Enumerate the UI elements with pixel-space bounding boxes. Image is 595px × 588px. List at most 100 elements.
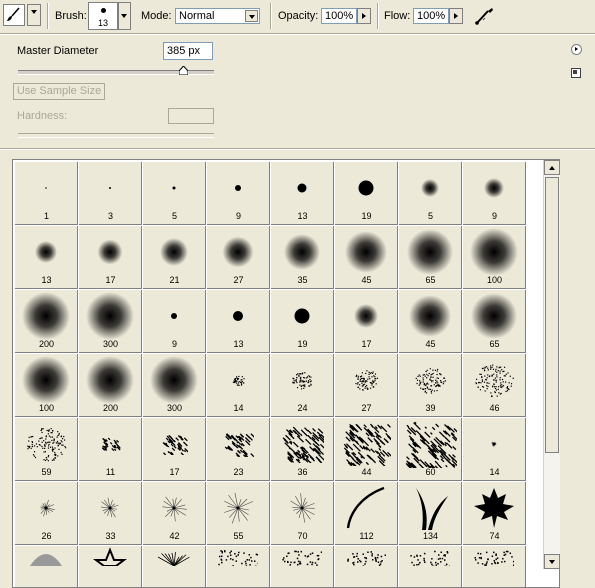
brush-preset-19[interactable]: 19 — [271, 290, 334, 353]
brush-size-label: 26 — [15, 531, 78, 541]
brush-preset-partial[interactable] — [271, 546, 334, 588]
brush-preset-partial[interactable] — [335, 546, 398, 588]
brush-preset-65[interactable]: 65 — [399, 226, 462, 289]
brush-preset-13[interactable]: 13 — [15, 226, 78, 289]
partial-brush-icon — [282, 542, 322, 566]
brush-preset-19[interactable]: 19 — [335, 162, 398, 225]
brush-preset-45[interactable]: 45 — [335, 226, 398, 289]
brush-preset-9[interactable]: 9 — [463, 162, 526, 225]
brush-preset-23[interactable]: 23 — [207, 418, 270, 481]
brush-size-label: 3 — [79, 211, 142, 221]
brush-preset-3[interactable]: 3 — [79, 162, 142, 225]
brush-preset-5[interactable]: 5 — [399, 162, 462, 225]
panel-menu-button[interactable] — [571, 44, 582, 55]
brush-size-label: 13 — [15, 275, 78, 285]
brush-preset-17[interactable]: 17 — [143, 418, 206, 481]
scrollbar-thumb[interactable] — [545, 177, 559, 453]
flow-input[interactable]: 100% — [413, 8, 449, 24]
scroll-up-icon[interactable] — [544, 160, 560, 175]
chalk-brush-icon — [99, 436, 121, 452]
airbrush-icon[interactable] — [471, 5, 497, 27]
brush-preset-33[interactable]: 33 — [79, 482, 142, 545]
brush-preset-26[interactable]: 26 — [15, 482, 78, 545]
partial-brush-icon — [410, 542, 450, 566]
chalk-brush-icon — [280, 425, 324, 463]
star-brush-icon — [488, 438, 500, 450]
brush-preset-9[interactable]: 9 — [143, 290, 206, 353]
opacity-slider-button[interactable] — [357, 8, 371, 24]
brush-preset-21[interactable]: 21 — [143, 226, 206, 289]
brush-preset-35[interactable]: 35 — [271, 226, 334, 289]
partial-brush-icon — [218, 542, 258, 566]
brush-preset-36[interactable]: 36 — [271, 418, 334, 481]
soft-brush-icon — [484, 178, 504, 198]
brush-preset-partial[interactable] — [399, 546, 462, 588]
brush-preset-preview[interactable]: 13 — [88, 2, 118, 30]
brush-preset-partial[interactable] — [463, 546, 526, 588]
vertical-scrollbar[interactable] — [543, 160, 560, 569]
brush-size-label: 23 — [207, 467, 270, 477]
brush-preset-45[interactable]: 45 — [399, 290, 462, 353]
brush-dot-icon — [101, 8, 106, 13]
brush-preset-27[interactable]: 27 — [207, 226, 270, 289]
brush-preset-300[interactable]: 300 — [143, 354, 206, 417]
brush-preset-partial[interactable] — [143, 546, 206, 588]
brush-size-label: 200 — [15, 339, 78, 349]
brush-preset-200[interactable]: 200 — [15, 290, 78, 353]
hardness-input[interactable] — [168, 108, 214, 124]
brush-preset-59[interactable]: 59 — [15, 418, 78, 481]
brush-preset-dropdown[interactable] — [118, 2, 131, 30]
brush-preset-13[interactable]: 13 — [207, 290, 270, 353]
brush-preset-14[interactable]: 14 — [207, 354, 270, 417]
soft-brush-icon — [160, 238, 188, 266]
brush-preset-60[interactable]: 60 — [399, 418, 462, 481]
brush-size-label: 9 — [143, 339, 206, 349]
hardness-slider[interactable] — [18, 133, 214, 138]
brush-preset-44[interactable]: 44 — [335, 418, 398, 481]
opacity-input[interactable]: 100% — [321, 8, 357, 24]
brush-preset-17[interactable]: 17 — [79, 226, 142, 289]
slider-thumb-icon[interactable] — [179, 66, 188, 75]
brush-preset-partial[interactable] — [15, 546, 78, 588]
tool-preset-dropdown[interactable] — [27, 4, 41, 26]
flow-slider-button[interactable] — [449, 8, 463, 24]
brush-preset-70[interactable]: 70 — [271, 482, 334, 545]
soft-brush-icon — [471, 293, 517, 339]
brush-preset-200[interactable]: 200 — [79, 354, 142, 417]
hard-brush-icon — [234, 184, 242, 192]
brush-preset-9[interactable]: 9 — [207, 162, 270, 225]
brush-preset-134[interactable]: 134 — [399, 482, 462, 545]
brush-preset-100[interactable]: 100 — [15, 354, 78, 417]
brush-preset-300[interactable]: 300 — [79, 290, 142, 353]
hard-brush-icon — [108, 186, 112, 190]
brush-preset-5[interactable]: 5 — [143, 162, 206, 225]
brush-preset-46[interactable]: 46 — [463, 354, 526, 417]
mode-select[interactable]: Normal — [175, 8, 260, 24]
brush-preset-partial[interactable] — [207, 546, 270, 588]
brush-preset-27[interactable]: 27 — [335, 354, 398, 417]
new-preset-icon[interactable] — [571, 68, 581, 78]
use-sample-size-button[interactable]: Use Sample Size — [13, 83, 105, 100]
brush-preset-11[interactable]: 11 — [79, 418, 142, 481]
brush-size-label: 100 — [15, 403, 78, 413]
scatter-brush-icon — [413, 363, 447, 397]
brush-preset-partial[interactable] — [79, 546, 142, 588]
soft-brush-icon — [35, 241, 57, 263]
master-diameter-input[interactable]: 385 px — [163, 42, 213, 60]
brush-preset-24[interactable]: 24 — [271, 354, 334, 417]
brush-preset-14[interactable]: 14 — [463, 418, 526, 481]
brush-preset-55[interactable]: 55 — [207, 482, 270, 545]
brush-preset-1[interactable]: 1 — [15, 162, 78, 225]
brush-preset-100[interactable]: 100 — [463, 226, 526, 289]
brush-preset-65[interactable]: 65 — [463, 290, 526, 353]
brush-preset-112[interactable]: 112 — [335, 482, 398, 545]
brush-preset-13[interactable]: 13 — [271, 162, 334, 225]
brush-icon — [4, 5, 24, 25]
brush-size-label: 45 — [335, 275, 398, 285]
brush-preset-17[interactable]: 17 — [335, 290, 398, 353]
scroll-down-icon[interactable] — [544, 554, 560, 569]
brush-preset-74[interactable]: 74 — [463, 482, 526, 545]
brush-preset-42[interactable]: 42 — [143, 482, 206, 545]
brush-preset-39[interactable]: 39 — [399, 354, 462, 417]
brush-tool-icon[interactable] — [3, 4, 25, 26]
